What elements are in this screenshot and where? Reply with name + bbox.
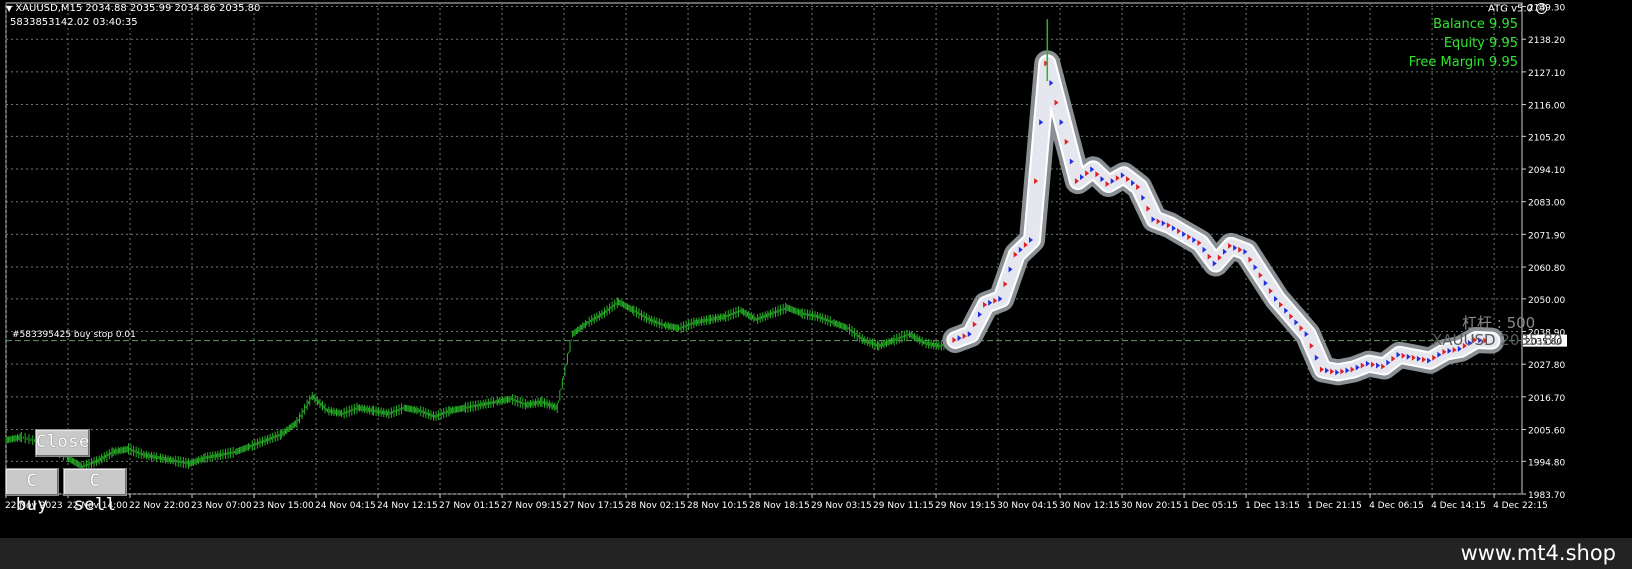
price-chart[interactable]: 2149.302138.202127.102116.002105.202094.… bbox=[0, 0, 1632, 538]
x-tick-label: 27 Nov 09:15 bbox=[501, 501, 562, 511]
x-tick-label: 24 Nov 04:15 bbox=[315, 501, 376, 511]
equity-label: Equity 9.95 bbox=[1443, 36, 1518, 51]
y-tick-label: 2127.10 bbox=[1528, 69, 1565, 79]
y-tick-label: 2060.80 bbox=[1528, 264, 1565, 274]
symbol-header: ▼ XAUUSD,M15 2034.88 2035.99 2034.86 203… bbox=[6, 3, 260, 14]
y-tick-label: 2105.20 bbox=[1528, 133, 1565, 143]
y-tick-label: 1994.80 bbox=[1528, 458, 1565, 468]
footer-bar: www.mt4.shop bbox=[0, 538, 1632, 569]
ea-label: ATG v5.0 ☺ bbox=[1488, 3, 1548, 15]
y-tick-label: 1983.70 bbox=[1528, 491, 1565, 501]
x-tick-label: 30 Nov 12:15 bbox=[1059, 501, 1120, 511]
x-tick-label: 28 Nov 18:15 bbox=[749, 501, 810, 511]
x-tick-label: 1 Dec 05:15 bbox=[1183, 501, 1238, 511]
free-margin-label: Free Margin 9.95 bbox=[1408, 55, 1518, 70]
x-tick-label: 29 Nov 19:15 bbox=[935, 501, 996, 511]
x-tick-label: 4 Dec 06:15 bbox=[1369, 501, 1424, 511]
x-tick-label: 23 Nov 07:00 bbox=[191, 501, 252, 511]
y-tick-label: 2071.90 bbox=[1528, 231, 1565, 241]
plot-frame bbox=[5, 2, 1523, 495]
x-tick-label: 24 Nov 12:15 bbox=[377, 501, 438, 511]
x-tick-label: 4 Dec 22:15 bbox=[1493, 501, 1548, 511]
x-tick-label: 30 Nov 04:15 bbox=[997, 501, 1058, 511]
symbol-price-overlay: XAUUSD 2035.80 bbox=[1432, 331, 1563, 349]
y-tick-label: 2116.00 bbox=[1528, 102, 1565, 112]
x-tick-label: 1 Dec 21:15 bbox=[1307, 501, 1362, 511]
y-tick-label: 2138.20 bbox=[1528, 36, 1565, 46]
x-tick-label: 23 Nov 15:00 bbox=[253, 501, 314, 511]
order-line-label: #583395425 buy stop 0.01 bbox=[12, 330, 136, 340]
x-tick-label: 22 Nov 22:00 bbox=[129, 501, 190, 511]
c-buy-button[interactable]: C buy bbox=[5, 468, 59, 515]
x-tick-label: 28 Nov 10:15 bbox=[687, 501, 748, 511]
x-tick-label: 1 Dec 13:15 bbox=[1245, 501, 1300, 511]
footer-site-text: www.mt4.shop bbox=[1460, 541, 1616, 565]
chart-window: 2149.30 2138.20 2127.10 2116.00 2105.20 2094.… bbox=[0, 0, 1632, 569]
x-tick-label: 29 Nov 03:15 bbox=[811, 501, 872, 511]
account-time-line: 5833853142.02 03:40:35 bbox=[10, 17, 138, 28]
ea-name: ATG v5.0 bbox=[1488, 3, 1533, 15]
y-tick-label: 2016.70 bbox=[1528, 394, 1565, 404]
x-tick-label: 4 Dec 14:15 bbox=[1431, 501, 1486, 511]
smiley-icon[interactable]: ☺ bbox=[1536, 3, 1548, 14]
leverage-overlay: 杠杆 : 500 bbox=[1462, 314, 1536, 332]
y-tick-label: 2005.60 bbox=[1528, 427, 1565, 437]
y-tick-label: 2050.00 bbox=[1528, 296, 1565, 306]
x-tick-label: 27 Nov 17:15 bbox=[563, 501, 624, 511]
balance-label: Balance 9.95 bbox=[1433, 17, 1518, 32]
dropdown-triangle-icon[interactable]: ▼ bbox=[6, 4, 12, 13]
symbol-quote-line: XAUUSD,M15 2034.88 2035.99 2034.86 2035.… bbox=[15, 3, 261, 14]
x-tick-label: 28 Nov 02:15 bbox=[625, 501, 686, 511]
y-tick-label: 2094.10 bbox=[1528, 166, 1565, 176]
y-tick-label: 2083.00 bbox=[1528, 199, 1565, 209]
close-button[interactable]: Close bbox=[35, 429, 90, 457]
x-tick-label: 27 Nov 01:15 bbox=[439, 501, 500, 511]
y-tick-label: 2027.80 bbox=[1528, 361, 1565, 371]
x-tick-label: 30 Nov 20:15 bbox=[1121, 501, 1182, 511]
c-sell-button[interactable]: C sell bbox=[63, 468, 127, 515]
x-tick-label: 29 Nov 11:15 bbox=[873, 501, 934, 511]
